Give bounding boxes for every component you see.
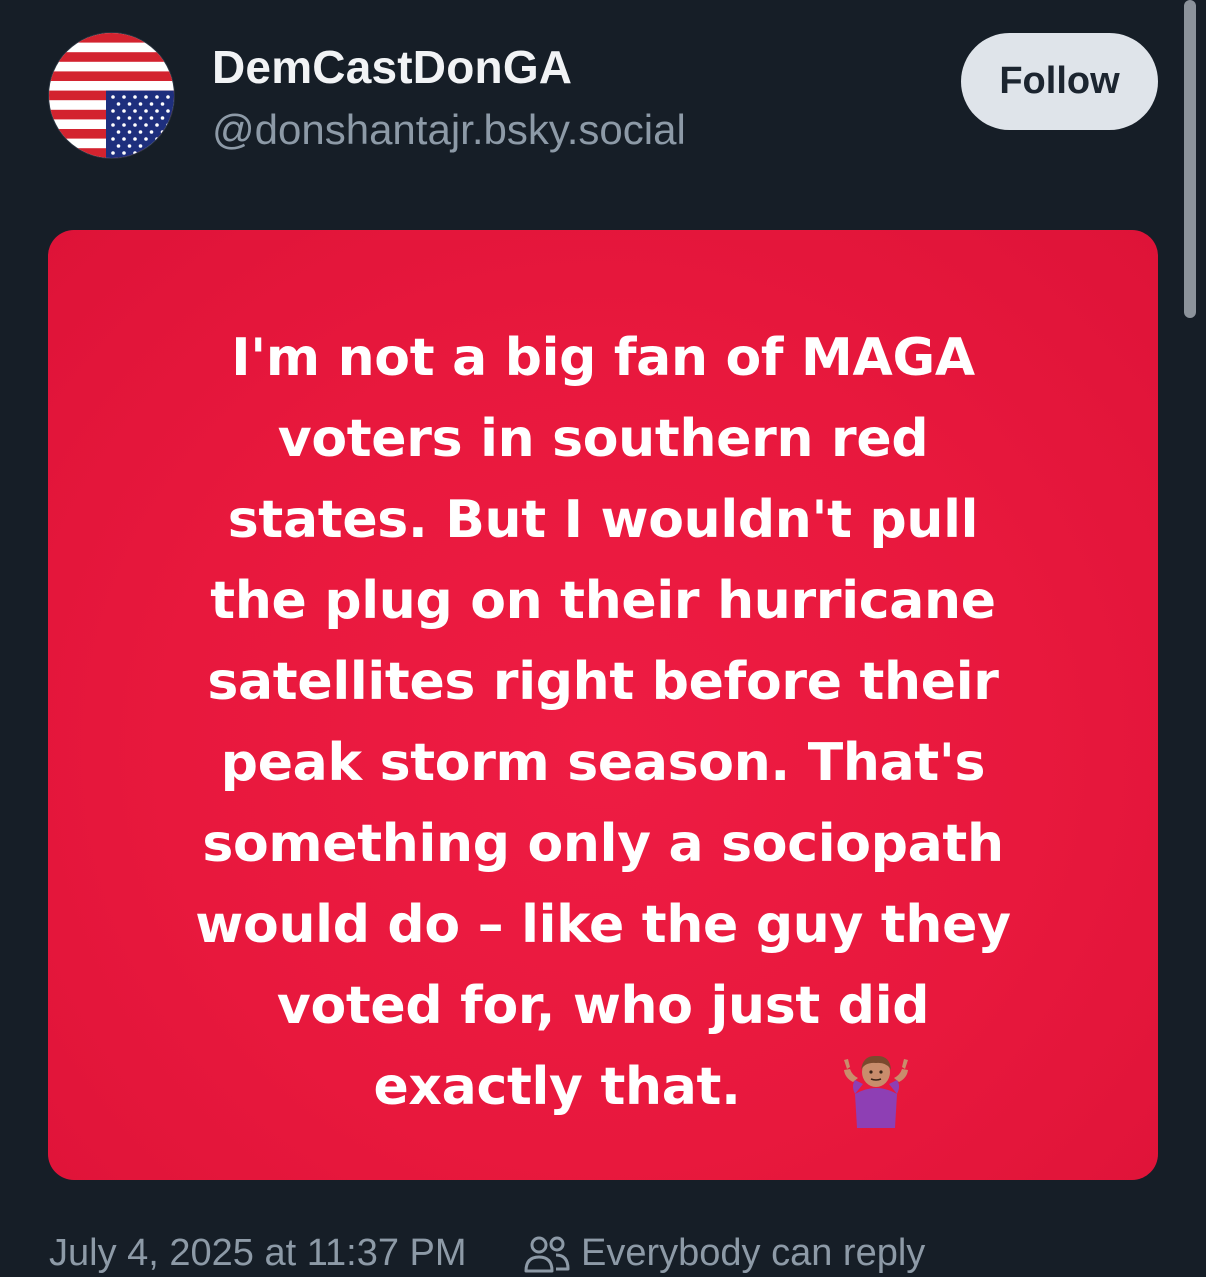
quote-line: satellites right before their	[207, 652, 999, 712]
image-quote-text: I'm not a big fan of MAGA voters in sout…	[118, 318, 1088, 1128]
post-timestamp[interactable]: July 4, 2025 at 11:37 PM	[49, 1232, 467, 1275]
person-shrugging-icon	[844, 1055, 908, 1128]
reply-setting-label[interactable]: Everybody can reply	[581, 1232, 925, 1275]
quote-line: voted for, who just did	[276, 976, 930, 1036]
avatar[interactable]	[49, 33, 174, 158]
post-view: DemCastDonGA @donshantajr.bsky.social Fo…	[0, 0, 1206, 1277]
upside-down-us-flag-icon	[49, 33, 174, 158]
quote-line: voters in southern red	[277, 409, 929, 469]
follow-button[interactable]: Follow	[961, 33, 1158, 130]
quote-line: something only a sociopath	[202, 814, 1004, 874]
people-icon	[524, 1236, 570, 1273]
quote-line: I'm not a big fan of MAGA	[231, 328, 975, 388]
quote-line: the plug on their hurricane	[210, 571, 996, 631]
quote-line-last: exactly that.	[373, 1057, 741, 1117]
author-display-name[interactable]: DemCastDonGA	[212, 40, 572, 94]
quote-line: peak storm season. That's	[220, 733, 986, 793]
scrollbar[interactable]	[1184, 0, 1196, 318]
quote-line: would do – like the guy they	[195, 895, 1011, 955]
author-handle[interactable]: @donshantajr.bsky.social	[212, 106, 686, 154]
quote-line: states. But I wouldn't pull	[227, 490, 979, 550]
post-image[interactable]: I'm not a big fan of MAGA voters in sout…	[48, 230, 1158, 1180]
